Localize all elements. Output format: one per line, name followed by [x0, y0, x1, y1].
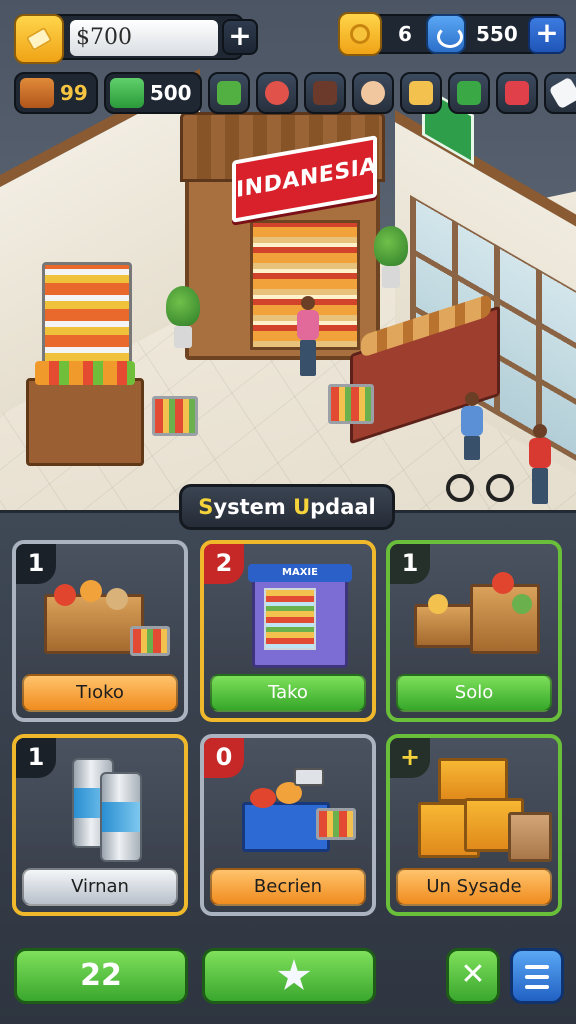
cash-resource-value: 500 — [149, 81, 192, 105]
card-vending-button[interactable]: Tako — [210, 674, 366, 712]
card-level-badge: 1 — [390, 544, 430, 584]
meat-tile[interactable] — [255, 72, 298, 114]
menu-icon — [525, 965, 549, 969]
card-boxes-button[interactable]: Un Sysade — [396, 868, 552, 906]
gem-icon — [426, 14, 466, 54]
potted-plant-right — [374, 226, 408, 288]
wood-value: 99 — [60, 81, 88, 105]
card-level-badge: 1 — [16, 738, 56, 778]
card-add-badge: + — [390, 738, 430, 778]
cash-display: $700 + — [14, 14, 258, 64]
bread-tile[interactable] — [399, 72, 442, 114]
gift-icon — [216, 81, 241, 105]
currency-display: 6 550 + — [338, 12, 566, 56]
cash-resource: 500 — [103, 72, 202, 114]
basket-icon — [504, 81, 529, 105]
meat-icon — [264, 81, 289, 105]
checkout-stand-art — [222, 758, 362, 866]
cash-icon — [14, 14, 64, 64]
bread-icon — [408, 81, 433, 105]
star-icon — [277, 959, 311, 990]
upgrade-card-cans[interactable]: 1 Virnan — [12, 734, 188, 916]
banknote-icon — [109, 78, 144, 108]
panel-title: System Updaal — [179, 484, 395, 530]
shopping-cart[interactable] — [328, 384, 374, 424]
staff-icon — [360, 81, 385, 105]
card-level-badge: 2 — [204, 544, 244, 584]
money-tile[interactable] — [447, 72, 490, 114]
upgrade-card-checkout[interactable]: 0 Becrien — [200, 734, 376, 916]
customer-man[interactable] — [526, 424, 554, 504]
produce-crates-art — [34, 564, 174, 672]
card-checkout-button[interactable]: Becrien — [210, 868, 366, 906]
note-icon — [548, 76, 576, 110]
menu-button[interactable] — [510, 948, 564, 1004]
produce-counter[interactable] — [26, 361, 144, 466]
note-tile[interactable] — [543, 72, 576, 114]
upgrade-card-produce[interactable]: 1 Tıoko — [12, 540, 188, 722]
basket-tile[interactable] — [495, 72, 538, 114]
close-icon: ✕ — [460, 957, 486, 992]
favorite-button[interactable] — [202, 948, 376, 1004]
cash-value: $700 — [70, 20, 218, 56]
vending-machine-art: MAXIE — [222, 564, 362, 672]
gold-coin-icon — [338, 12, 382, 56]
canned-goods-art — [34, 758, 174, 866]
wood-icon — [20, 78, 54, 108]
drinks-tile[interactable] — [303, 72, 346, 114]
card-produce-button[interactable]: Tıoko — [22, 674, 178, 712]
wood-resource: 99 — [14, 72, 98, 114]
card-level-badge: 1 — [16, 544, 56, 584]
vending-sign: MAXIE — [248, 564, 352, 582]
drink-icon — [312, 81, 337, 105]
close-button[interactable]: ✕ — [446, 948, 500, 1004]
upgrade-card-shelves[interactable]: 1 Solo — [386, 540, 562, 722]
potted-plant-left — [166, 286, 200, 348]
upgrade-card-vending[interactable]: MAXIE 2 Tako — [200, 540, 376, 722]
customer-woman[interactable] — [294, 296, 322, 376]
add-cash-button[interactable]: + — [222, 19, 258, 55]
customer-cyclist[interactable] — [458, 392, 486, 472]
money-icon — [456, 81, 481, 105]
card-level-badge: 0 — [204, 738, 244, 778]
coins-value: 6 — [398, 22, 412, 46]
card-shelves-button[interactable]: Solo — [396, 674, 552, 712]
supply-boxes-art — [408, 758, 552, 866]
resource-bar: 99 500 — [14, 72, 576, 116]
produce-shelves-art — [408, 564, 548, 672]
staff-tile[interactable] — [351, 72, 394, 114]
card-cans-button[interactable]: Virnan — [22, 868, 178, 906]
upgrade-card-boxes[interactable]: + Un Sysade — [386, 734, 562, 916]
gift-box-tile[interactable] — [207, 72, 250, 114]
gems-value: 550 — [476, 22, 518, 46]
shopping-cart[interactable] — [152, 396, 198, 436]
add-gems-button[interactable]: + — [528, 16, 566, 54]
count-button[interactable]: 22 — [14, 948, 188, 1004]
